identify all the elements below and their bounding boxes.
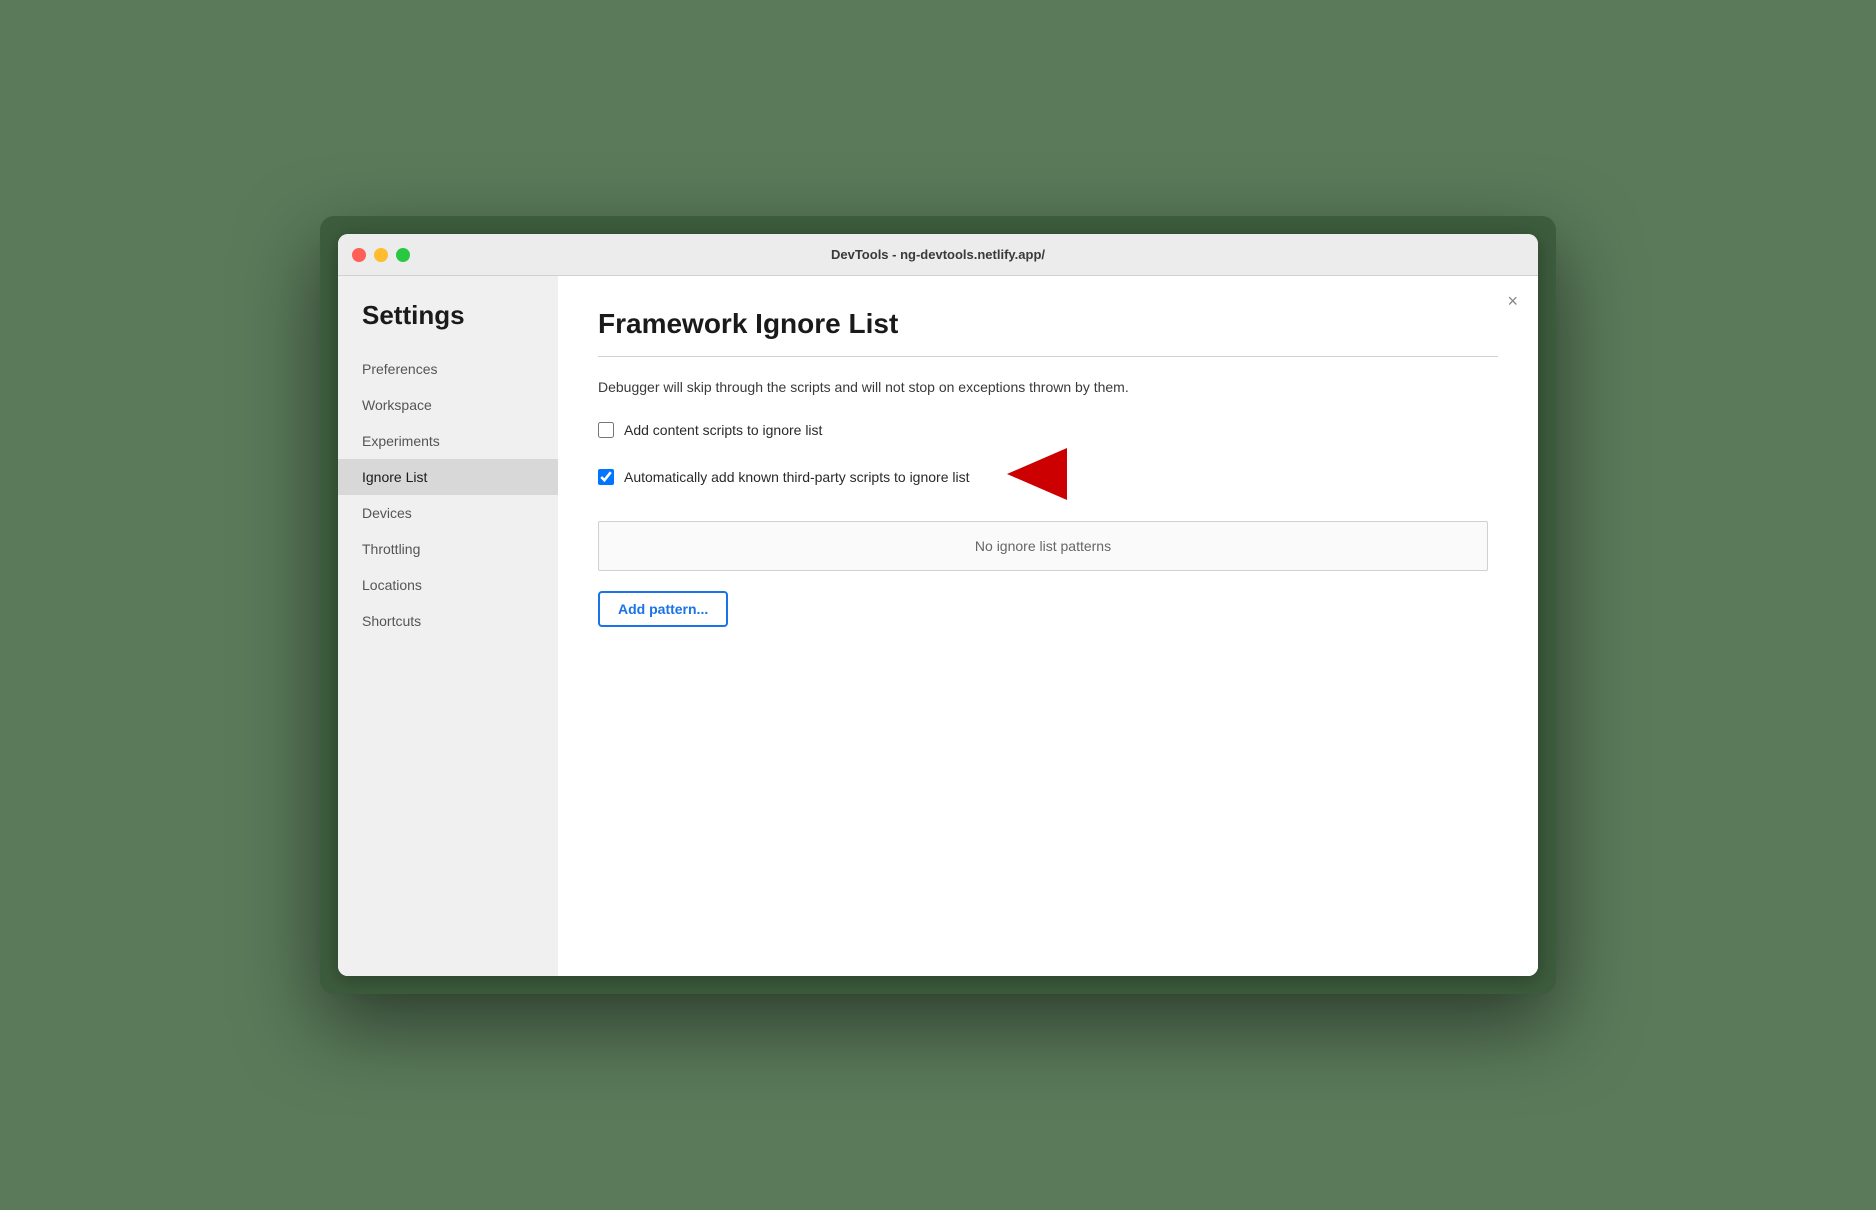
patterns-empty-text: No ignore list patterns	[975, 538, 1111, 554]
sidebar-item-devices[interactable]: Devices	[338, 495, 558, 531]
sidebar-item-workspace[interactable]: Workspace	[338, 387, 558, 423]
app-window: DevTools - ng-devtools.netlify.app/ Sett…	[338, 234, 1538, 976]
checkbox-row-add-content-scripts: Add content scripts to ignore list	[598, 422, 1498, 438]
sidebar-item-locations[interactable]: Locations	[338, 567, 558, 603]
add-content-scripts-checkbox[interactable]	[598, 422, 614, 438]
add-pattern-button[interactable]: Add pattern...	[598, 591, 728, 627]
sidebar-item-throttling[interactable]: Throttling	[338, 531, 558, 567]
add-content-scripts-label: Add content scripts to ignore list	[624, 422, 822, 438]
auto-add-third-party-checkbox[interactable]	[598, 469, 614, 485]
window-wrapper: DevTools - ng-devtools.netlify.app/ Sett…	[320, 216, 1556, 994]
minimize-traffic-light[interactable]	[374, 248, 388, 262]
main-content: × Framework Ignore List Debugger will sk…	[558, 276, 1538, 976]
sidebar-item-shortcuts[interactable]: Shortcuts	[338, 603, 558, 639]
sidebar-item-preferences[interactable]: Preferences	[338, 351, 558, 387]
checkbox-row-auto-add: Automatically add known third-party scri…	[598, 448, 1498, 505]
patterns-box: No ignore list patterns	[598, 521, 1488, 571]
title-bar: DevTools - ng-devtools.netlify.app/	[338, 234, 1538, 276]
close-traffic-light[interactable]	[352, 248, 366, 262]
description-text: Debugger will skip through the scripts a…	[598, 377, 1498, 398]
sidebar-item-experiments[interactable]: Experiments	[338, 423, 558, 459]
red-arrow-annotation	[995, 448, 1067, 505]
content-area: Settings Preferences Workspace Experimen…	[338, 276, 1538, 976]
close-button[interactable]: ×	[1507, 292, 1518, 310]
auto-add-third-party-label: Automatically add known third-party scri…	[624, 469, 969, 485]
page-title: Framework Ignore List	[598, 308, 1498, 340]
sidebar-item-ignore-list[interactable]: Ignore List	[338, 459, 558, 495]
maximize-traffic-light[interactable]	[396, 248, 410, 262]
sidebar-heading: Settings	[338, 300, 558, 351]
title-divider	[598, 356, 1498, 357]
sidebar: Settings Preferences Workspace Experimen…	[338, 276, 558, 976]
traffic-lights	[352, 248, 410, 262]
window-title: DevTools - ng-devtools.netlify.app/	[831, 247, 1045, 262]
